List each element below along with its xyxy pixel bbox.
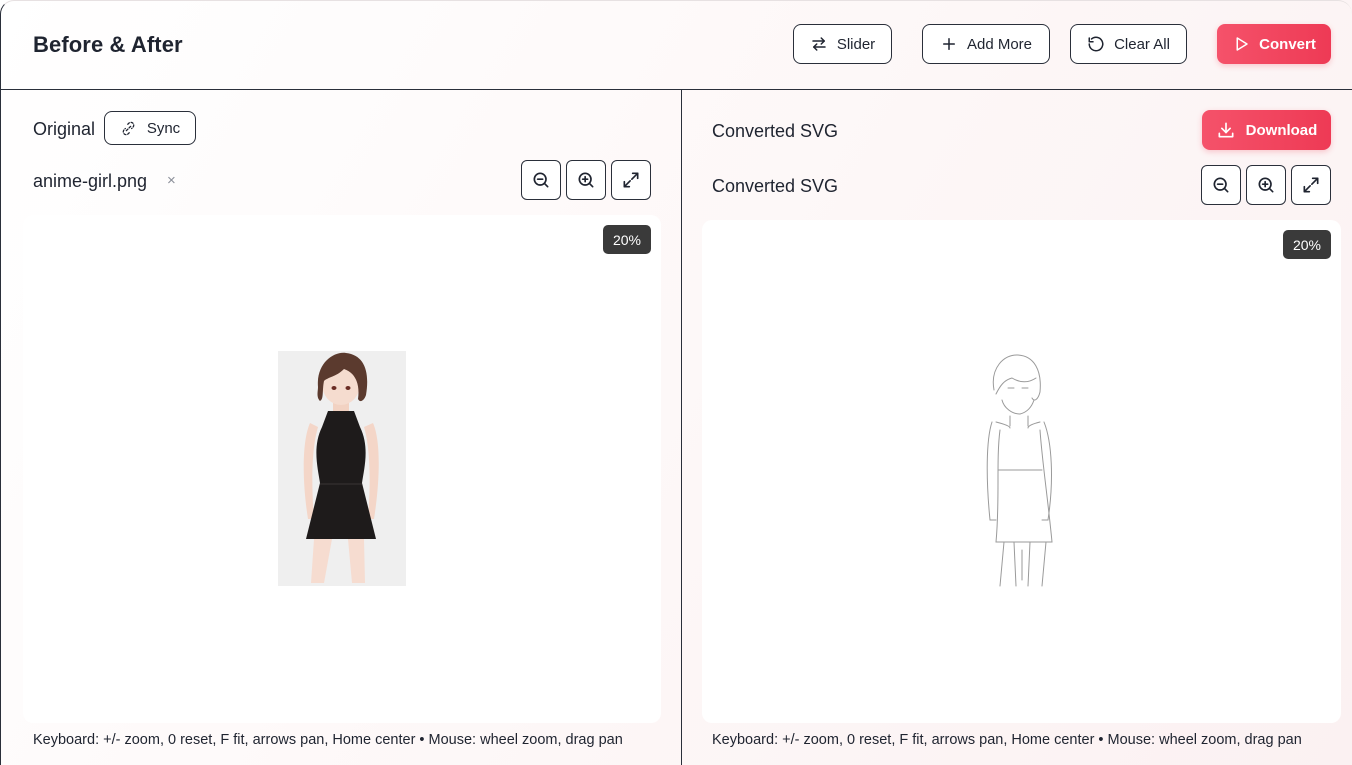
keyboard-hint: Keyboard: +/- zoom, 0 reset, F fit, arro… [33, 732, 623, 748]
svg-keyboard-hint: Keyboard: +/- zoom, 0 reset, F fit, arro… [712, 732, 1302, 748]
expand-icon [623, 172, 639, 188]
original-label: Original [33, 119, 96, 139]
clear-all-label: Clear All [1114, 35, 1170, 53]
zoom-out-button[interactable] [521, 160, 561, 200]
slider-label: Slider [836, 35, 876, 53]
sync-button[interactable]: Sync [104, 111, 196, 145]
original-viewer[interactable]: 20% [23, 215, 661, 723]
unlink-icon [122, 121, 135, 135]
play-icon [1236, 37, 1248, 51]
header: Before & After Slider Add More Clear All… [1, 1, 1352, 90]
zoom-in-icon [578, 172, 594, 188]
sync-label: Sync [146, 119, 181, 137]
panel-divider [681, 90, 682, 765]
zoom-in-icon [1258, 177, 1274, 193]
converted-svg-image [986, 354, 1053, 587]
convert-label: Convert [1259, 35, 1316, 53]
remove-file-icon[interactable]: × [167, 172, 176, 189]
plus-icon [942, 38, 955, 50]
original-image [278, 351, 406, 586]
rotate-ccw-icon [1088, 36, 1104, 52]
fit-screen-button[interactable] [611, 160, 651, 200]
add-more-label: Add More [966, 35, 1033, 53]
converted-sublabel: Converted SVG [712, 176, 839, 196]
slider-button[interactable]: Slider [793, 24, 892, 64]
svg-zoom-in-button[interactable] [1246, 165, 1286, 205]
svg-fit-screen-button[interactable] [1291, 165, 1331, 205]
zoom-in-button[interactable] [566, 160, 606, 200]
expand-icon [1303, 177, 1319, 193]
swap-arrows-icon [812, 37, 826, 51]
svg-zoom-out-button[interactable] [1201, 165, 1241, 205]
download-label: Download [1245, 121, 1318, 139]
clear-all-button[interactable]: Clear All [1070, 24, 1187, 64]
page-title: Before & After [33, 32, 183, 57]
converted-viewer[interactable]: 20% [702, 220, 1341, 723]
download-icon [1218, 122, 1234, 138]
svg-zoom-level-badge: 20% [1283, 230, 1331, 259]
zoom-out-icon [533, 172, 549, 188]
file-name: anime-girl.png [33, 171, 148, 191]
zoom-out-icon [1213, 177, 1229, 193]
add-more-button[interactable]: Add More [922, 24, 1050, 64]
download-button[interactable]: Download [1202, 110, 1331, 150]
convert-button[interactable]: Convert [1217, 24, 1331, 64]
app-window: Before & After Slider Add More Clear All… [0, 0, 1352, 765]
zoom-level-badge: 20% [603, 225, 651, 254]
converted-label: Converted SVG [712, 121, 839, 141]
